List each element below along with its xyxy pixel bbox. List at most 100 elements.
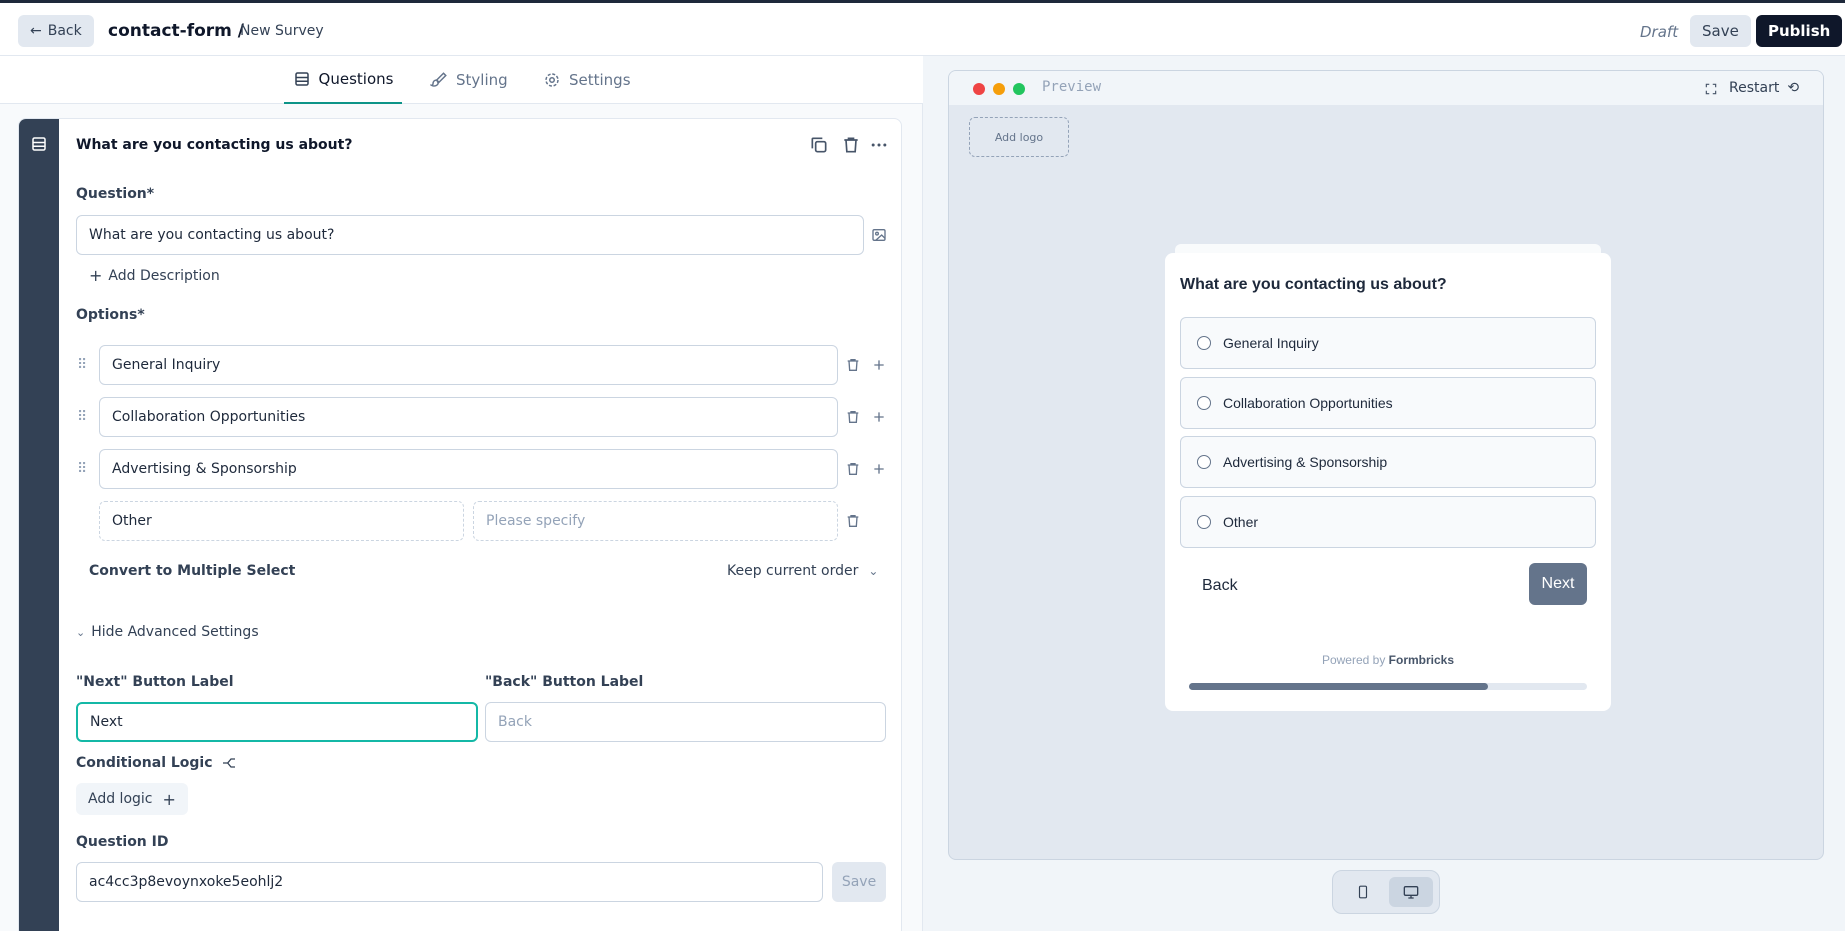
tab-questions-label: Questions <box>318 70 394 88</box>
preview-titlebar: Preview Restart ⟲ <box>949 71 1823 105</box>
mobile-view-button[interactable] <box>1341 877 1385 907</box>
image-icon[interactable] <box>871 227 887 243</box>
desktop-view-button[interactable] <box>1389 877 1433 907</box>
phone-icon <box>1358 885 1368 899</box>
close-dot <box>973 83 985 95</box>
plus-icon: + <box>162 789 176 809</box>
add-logic-label: Add logic <box>88 791 153 807</box>
advanced-settings-label: Hide Advanced Settings <box>91 624 259 640</box>
survey-option-label: General Inquiry <box>1223 335 1319 351</box>
order-select[interactable]: Keep current order ⌄ <box>727 563 878 579</box>
back-label-title: "Back" Button Label <box>485 674 644 690</box>
next-label-input[interactable]: Next <box>76 702 478 742</box>
editor-panel: Questions Styling Settings What are you … <box>0 56 923 931</box>
save-button[interactable]: Save <box>1690 15 1751 47</box>
preview-window: Preview Restart ⟲ Add logo What are you … <box>948 70 1824 860</box>
survey-option[interactable]: Collaboration Opportunities <box>1180 377 1596 429</box>
monitor-icon <box>1403 886 1419 899</box>
tab-styling[interactable]: Styling <box>430 56 508 104</box>
question-card: What are you contacting us about? Questi… <box>18 118 902 931</box>
tab-questions[interactable]: Questions <box>284 56 402 104</box>
advanced-settings-toggle[interactable]: ⌄ Hide Advanced Settings <box>76 624 259 640</box>
trash-icon[interactable] <box>845 513 861 529</box>
question-id-input[interactable]: ac4cc3p8evoynxoke5eohlj2 <box>76 862 823 902</box>
publish-button[interactable]: Publish <box>1756 15 1843 47</box>
chevron-down-icon: ⌄ <box>868 564 879 578</box>
minimize-dot <box>993 83 1005 95</box>
survey-next-button[interactable]: Next <box>1529 563 1587 605</box>
back-button-label: Back <box>47 23 82 39</box>
radio-icon <box>1197 455 1211 469</box>
drag-handle-icon[interactable]: ⠿ <box>77 409 87 425</box>
tab-settings[interactable]: Settings <box>543 56 631 104</box>
add-description-button[interactable]: + Add Description <box>89 266 220 285</box>
back-button[interactable]: ← Back <box>18 15 94 47</box>
convert-multi-select-button[interactable]: Convert to Multiple Select <box>89 563 295 579</box>
option-input[interactable]: Advertising & Sponsorship <box>99 449 838 489</box>
tab-styling-label: Styling <box>456 71 508 89</box>
list-icon <box>32 137 46 151</box>
radio-icon <box>1197 396 1211 410</box>
survey-option[interactable]: General Inquiry <box>1180 317 1596 369</box>
plus-icon[interactable] <box>871 357 887 373</box>
order-select-label: Keep current order <box>727 563 859 579</box>
trash-icon[interactable] <box>845 357 861 373</box>
restart-label: Restart <box>1729 80 1780 96</box>
other-placeholder-input[interactable]: Please specify <box>473 501 838 541</box>
powered-by-brand: Formbricks <box>1388 653 1455 667</box>
radio-icon <box>1197 515 1211 529</box>
survey-option[interactable]: Advertising & Sponsorship <box>1180 436 1596 488</box>
survey-name-input[interactable]: New Survey <box>240 23 324 39</box>
tab-settings-label: Settings <box>569 71 631 89</box>
restart-button[interactable]: Restart ⟲ <box>1729 80 1799 96</box>
chevron-down-icon: ⌄ <box>76 625 86 639</box>
question-card-handle[interactable] <box>19 119 59 931</box>
radio-icon <box>1197 336 1211 350</box>
survey-path[interactable]: contact-form / <box>108 21 244 41</box>
plus-icon: + <box>89 266 103 285</box>
survey-option-label: Advertising & Sponsorship <box>1223 454 1388 470</box>
plus-icon[interactable] <box>871 461 887 477</box>
conditional-logic-text: Conditional Logic <box>76 755 213 771</box>
save-question-id-button[interactable]: Save <box>832 862 886 902</box>
question-input[interactable]: What are you contacting us about? <box>76 215 864 255</box>
other-option-input[interactable]: Other <box>99 501 464 541</box>
plus-icon[interactable] <box>871 409 887 425</box>
powered-by: Powered by Formbricks <box>1165 653 1611 667</box>
powered-by-prefix: Powered by <box>1321 653 1386 667</box>
trash-icon[interactable] <box>841 135 861 155</box>
back-label-input[interactable]: Back <box>485 702 886 742</box>
survey-back-button[interactable]: Back <box>1190 565 1250 607</box>
gear-icon <box>545 73 559 87</box>
status-badge: Draft <box>1640 23 1679 41</box>
more-icon[interactable] <box>869 135 889 155</box>
top-bar: ← Back contact-form / New Survey Draft S… <box>0 0 1845 56</box>
drag-handle-icon[interactable]: ⠿ <box>77 461 87 477</box>
trash-icon[interactable] <box>845 409 861 425</box>
maximize-dot <box>1013 83 1025 95</box>
option-input[interactable]: Collaboration Opportunities <box>99 397 838 437</box>
survey-option-label: Collaboration Opportunities <box>1223 395 1393 411</box>
refresh-icon: ⟲ <box>1787 80 1800 96</box>
progress-fill <box>1189 683 1488 690</box>
editor-tabs: Questions Styling Settings <box>0 56 923 104</box>
split-icon <box>222 758 235 768</box>
trash-icon[interactable] <box>845 461 861 477</box>
preview-label: Preview <box>1042 79 1102 95</box>
card-title[interactable]: What are you contacting us about? <box>76 137 352 153</box>
option-input[interactable]: General Inquiry <box>99 345 838 385</box>
survey-option[interactable]: Other <box>1180 496 1596 548</box>
add-logic-button[interactable]: Add logic + <box>76 783 188 815</box>
survey-question-title: What are you contacting us about? <box>1180 276 1447 293</box>
expand-icon[interactable] <box>1704 82 1718 96</box>
add-logo-button[interactable]: Add logo <box>969 117 1069 157</box>
question-label: Question* <box>76 186 155 202</box>
drag-handle-icon[interactable]: ⠿ <box>77 357 87 373</box>
arrow-left-icon: ← <box>30 23 42 39</box>
rows-icon <box>294 72 309 86</box>
options-label: Options* <box>76 307 145 323</box>
conditional-logic-label: Conditional Logic <box>76 755 237 771</box>
next-label-title: "Next" Button Label <box>76 674 234 690</box>
duplicate-icon[interactable] <box>809 135 829 155</box>
preview-panel: Preview Restart ⟲ Add logo What are you … <box>924 56 1845 931</box>
